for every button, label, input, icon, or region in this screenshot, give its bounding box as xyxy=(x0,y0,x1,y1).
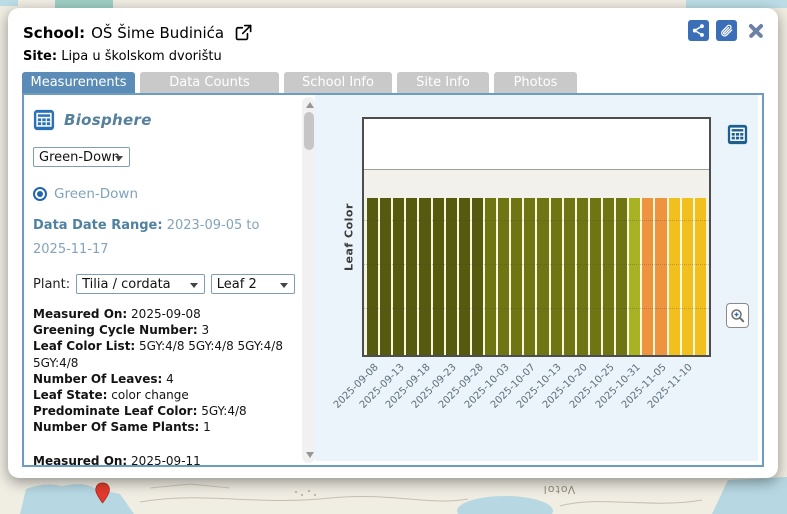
green-down-radio-label: Green-Down xyxy=(54,186,139,202)
measurement-list-pane: Biosphere Green-Down Green-Down Data Dat… xyxy=(24,95,301,465)
leaf-color-chart xyxy=(362,117,711,357)
chart-bar[interactable] xyxy=(471,198,483,355)
close-icon[interactable] xyxy=(747,22,765,40)
site-title-row: Site: Lipa u školskom dvorištu xyxy=(23,49,222,64)
share-button[interactable] xyxy=(688,20,709,41)
leaf-color-bars xyxy=(366,198,707,355)
field-value: color change xyxy=(107,388,189,403)
scroll-up-icon[interactable] xyxy=(305,102,314,108)
tab-data-counts[interactable]: Data Counts xyxy=(140,72,279,93)
data-table-icon xyxy=(33,109,55,131)
school-label: School: xyxy=(23,23,86,42)
school-title-row: School: OŠ Šime Budinića xyxy=(23,23,253,42)
chart-bar[interactable] xyxy=(629,198,641,355)
chart-data-table-button[interactable] xyxy=(727,124,748,145)
scrollbar-thumb[interactable] xyxy=(303,112,314,150)
school-dialog: School: OŠ Šime Budinića Site: Lipa u šk… xyxy=(8,8,778,478)
field-label: Predominate Leaf Color: xyxy=(33,404,198,419)
protocol-select[interactable]: Green-Down xyxy=(33,147,130,167)
field-label: Number Of Leaves: xyxy=(33,371,163,386)
link-button[interactable] xyxy=(716,20,737,41)
plant-label: Plant: xyxy=(33,276,71,292)
chart-bar[interactable] xyxy=(406,198,418,355)
chart-bar[interactable] xyxy=(393,198,405,355)
protocol-radio-row: Green-Down xyxy=(33,186,295,202)
field-label: Number Of Same Plants: xyxy=(33,420,200,435)
field-value: 4 xyxy=(162,371,174,386)
chart-bar[interactable] xyxy=(642,198,654,355)
green-down-radio[interactable] xyxy=(33,187,47,201)
field-value: 2025-09-11 xyxy=(127,453,201,465)
tab-photos[interactable]: Photos xyxy=(494,72,577,93)
chart-bar[interactable] xyxy=(681,198,693,355)
leaf-select[interactable]: Leaf 2 xyxy=(210,274,295,294)
chart-bar[interactable] xyxy=(445,198,457,355)
chart-bar[interactable] xyxy=(367,198,379,355)
plant-select[interactable]: Tilia / cordata xyxy=(76,274,205,294)
chart-bar[interactable] xyxy=(484,198,497,355)
field-value: 2025-09-08 xyxy=(127,307,201,321)
biosphere-header: Biosphere xyxy=(33,109,295,131)
map-water xyxy=(686,0,787,8)
chart-upper-band xyxy=(364,119,709,170)
school-name: OŠ Šime Budinića xyxy=(91,23,225,42)
chart-bar[interactable] xyxy=(589,198,601,355)
chart-bar[interactable] xyxy=(524,198,536,355)
measurement-entry: Measured On: 2025-09-08 Greening Cycle Nu… xyxy=(33,306,296,436)
chart-bar[interactable] xyxy=(616,198,628,355)
chart-pane: Leaf Color 2025-09-08 2025-09-13 2025-09-1… xyxy=(315,95,758,461)
tab-measurements[interactable]: Measurements xyxy=(22,72,135,93)
list-scrollbar[interactable] xyxy=(302,97,315,463)
chart-plot-area xyxy=(364,170,709,355)
plant-select-row: Plant: Tilia / cordata Leaf 2 xyxy=(33,274,295,294)
chart-bar[interactable] xyxy=(550,198,562,355)
data-date-range: Data Date Range: 2023-09-05 to 2025-11-1… xyxy=(33,218,260,257)
site-label: Site: xyxy=(23,49,58,64)
field-label: Measured On: xyxy=(33,453,128,465)
dialog-actions xyxy=(688,20,765,41)
field-value: 5GY:4/8 xyxy=(197,404,247,419)
section-title: Biosphere xyxy=(64,111,152,129)
chart-bar[interactable] xyxy=(511,198,523,355)
chart-bar[interactable] xyxy=(668,198,680,355)
measurements-panel: Biosphere Green-Down Green-Down Data Dat… xyxy=(22,93,764,467)
chart-bar[interactable] xyxy=(419,198,431,355)
field-value: 1 xyxy=(199,420,211,435)
chart-bar[interactable] xyxy=(602,198,615,355)
chart-bar[interactable] xyxy=(537,198,549,355)
chart-bar[interactable] xyxy=(458,198,470,355)
field-label: Measured On: xyxy=(33,307,128,321)
share-nodes-icon xyxy=(692,24,704,37)
map-place-label: Votol xyxy=(542,483,576,496)
chart-y-axis-label: Leaf Color xyxy=(342,203,356,271)
chart-zoom-button[interactable] xyxy=(726,303,749,328)
site-name: Lipa u školskom dvorištu xyxy=(61,49,222,64)
scroll-down-icon[interactable] xyxy=(305,452,314,458)
field-label: Greening Cycle Number: xyxy=(33,323,198,338)
chart-bar[interactable] xyxy=(655,198,667,355)
field-value: 3 xyxy=(197,323,210,338)
tab-site-info[interactable]: Site Info xyxy=(397,72,489,93)
field-label: Leaf State: xyxy=(33,388,108,403)
magnifier-plus-icon xyxy=(730,308,744,322)
map-water xyxy=(0,0,18,6)
paperclip-icon xyxy=(721,24,733,37)
field-label: Leaf Color List: xyxy=(33,339,136,354)
open-in-new-icon[interactable] xyxy=(234,23,253,42)
chart-bar[interactable] xyxy=(563,198,575,355)
chart-bar[interactable] xyxy=(432,198,444,355)
chart-bar[interactable] xyxy=(498,198,510,355)
chart-bar[interactable] xyxy=(576,198,588,355)
tab-school-info[interactable]: School Info xyxy=(284,72,392,93)
chart-bar[interactable] xyxy=(380,198,392,355)
measurement-entries: Measured On: 2025-09-08 Greening Cycle Nu… xyxy=(33,306,295,465)
measurement-entry: Measured On: 2025-09-11Greening Cycle Nu… xyxy=(33,453,296,465)
chart-bar[interactable] xyxy=(694,198,706,355)
data-table-icon xyxy=(727,124,748,145)
tab-bar: Measurements Data Counts School Info Sit… xyxy=(22,72,577,93)
